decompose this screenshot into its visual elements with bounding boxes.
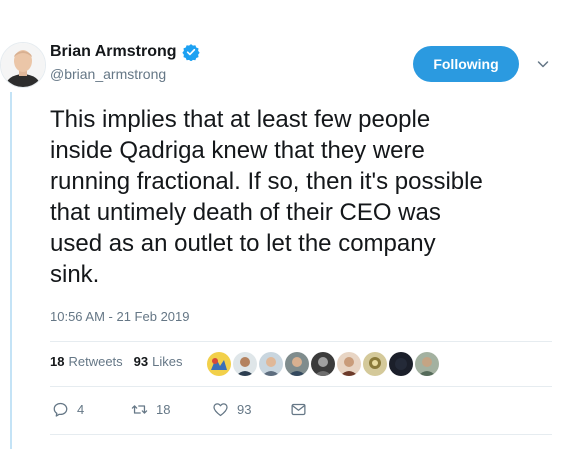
chevron-down-icon[interactable]	[535, 56, 551, 72]
retweet-button[interactable]: 18	[131, 401, 212, 418]
tweet-text: This implies that at least few people in…	[50, 106, 483, 288]
liker-avatar[interactable]	[259, 352, 283, 376]
liker-avatar[interactable]	[311, 352, 335, 376]
like-button[interactable]: 93	[212, 401, 290, 418]
following-button[interactable]: Following	[413, 46, 519, 82]
reply-icon	[53, 402, 68, 417]
thread-line	[10, 92, 12, 449]
like-count: 93	[237, 402, 252, 417]
reply-count: 4	[77, 402, 85, 417]
engagement-stats: 18 Retweets 93 Likes	[50, 354, 183, 369]
user-handle[interactable]: @brian_armstrong	[50, 66, 166, 82]
liker-avatars	[207, 352, 439, 376]
direct-message-button[interactable]	[290, 401, 307, 418]
divider-bottom	[50, 434, 552, 435]
retweets-stat[interactable]: 18 Retweets	[50, 354, 123, 369]
avatar[interactable]	[0, 42, 46, 88]
liker-avatar[interactable]	[415, 352, 439, 376]
retweet-count: 18	[156, 402, 171, 417]
verified-badge-icon	[181, 44, 200, 61]
likes-count: 93	[133, 354, 149, 369]
liker-avatar[interactable]	[207, 352, 231, 376]
retweets-count: 18	[50, 354, 65, 369]
liker-avatar[interactable]	[389, 352, 413, 376]
retweets-label: Retweets	[68, 354, 123, 369]
liker-avatar[interactable]	[233, 352, 257, 376]
envelope-icon	[291, 403, 306, 416]
user-name[interactable]: Brian Armstrong	[50, 43, 200, 61]
heart-icon	[213, 403, 228, 417]
liker-avatar[interactable]	[285, 352, 309, 376]
divider-top	[50, 341, 552, 342]
likes-stat[interactable]: 93 Likes	[134, 354, 183, 369]
liker-avatar[interactable]	[337, 352, 361, 376]
user-name-text[interactable]: Brian Armstrong	[50, 43, 177, 61]
tweet-timestamp[interactable]: 10:56 AM - 21 Feb 2019	[50, 309, 189, 324]
tweet-actions: 4 18 93	[52, 401, 307, 418]
avatar-image	[1, 43, 45, 87]
likes-label: Likes	[152, 354, 183, 369]
liker-avatar[interactable]	[363, 352, 387, 376]
retweet-icon	[131, 405, 148, 414]
reply-button[interactable]: 4	[52, 401, 116, 418]
divider-middle	[50, 386, 552, 387]
